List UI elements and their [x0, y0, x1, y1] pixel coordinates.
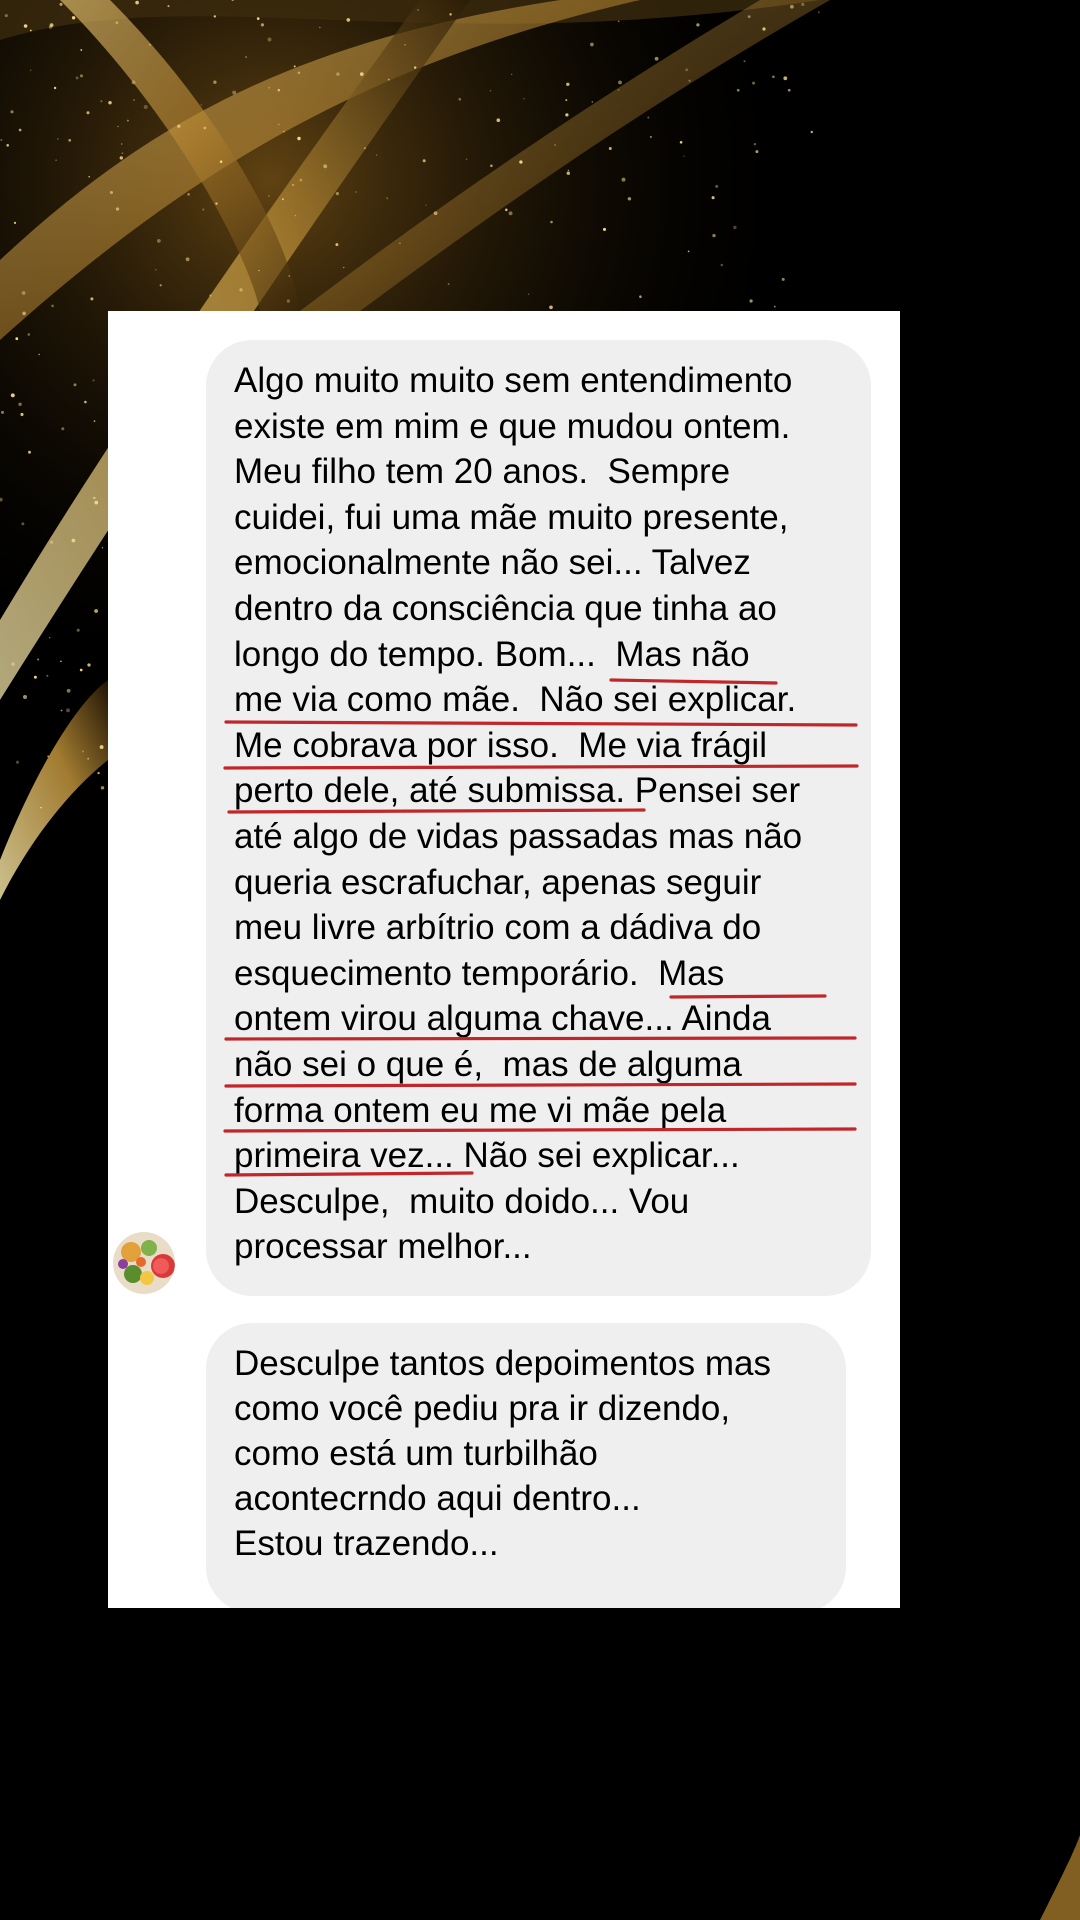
message-bubble: Desculpe tantos depoimentos mas como voc…: [206, 1323, 846, 1608]
message-screenshot-card: Algo muito muito sem entendimento existe…: [108, 311, 900, 1608]
sender-avatar[interactable]: [113, 1232, 175, 1294]
message-bubble: Algo muito muito sem entendimento existe…: [206, 340, 871, 1296]
message-text: Algo muito muito sem entendimento existe…: [234, 361, 803, 1267]
screenshot: Algo muito muito sem entendimento existe…: [0, 0, 1080, 1920]
message-text: Desculpe tantos depoimentos mas como voc…: [234, 1344, 771, 1563]
